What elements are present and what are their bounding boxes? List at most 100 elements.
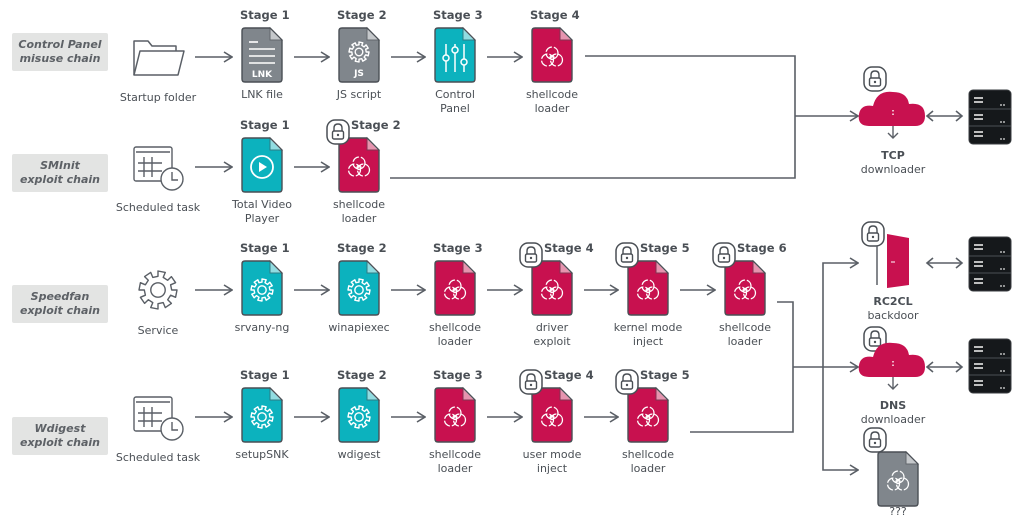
stage-caption: winapiexec (304, 321, 414, 335)
lock-icon (861, 221, 885, 247)
origin-caption: Startup folder (119, 91, 197, 104)
caption-line: setupSNK (235, 448, 289, 461)
stage-label: Stage 3 (433, 241, 483, 255)
video-player-icon (241, 136, 284, 193)
payload-caption: RC2CL backdoor (838, 295, 948, 323)
stage-caption: LNK file (207, 88, 317, 102)
file-corner-fold (462, 386, 477, 401)
stage-label: Stage 1 (240, 118, 290, 132)
stage-caption: shellcode loader (690, 321, 800, 349)
biohazard-file-icon (434, 259, 477, 316)
stage-label: Stage 2 (337, 8, 387, 22)
chain-label-line: SMInit (40, 159, 80, 172)
lock-icon (712, 242, 736, 268)
chain-label: Wdigest exploit chain (12, 417, 108, 455)
stage-caption: shellcode loader (304, 198, 414, 226)
caption-line: srvany-ng (234, 321, 290, 334)
file-corner-fold (559, 386, 574, 401)
stage-label: Stage 4 (544, 241, 594, 255)
lock-icon (615, 242, 639, 268)
stage-caption: JS script (304, 88, 414, 102)
lnk-badge: LNK (252, 70, 273, 80)
payload-desc: downloader (860, 413, 926, 426)
chain-label-line: misuse chain (19, 52, 101, 65)
file-corner-fold (366, 26, 381, 41)
lock-icon (519, 242, 543, 268)
stage-label: Stage 2 (337, 241, 387, 255)
file-corner-fold (655, 259, 670, 274)
lock-icon (519, 369, 543, 395)
unknown-biohazard-file-icon (877, 450, 920, 507)
caption-line: Control (435, 88, 475, 101)
caption-line: shellcode (332, 198, 386, 211)
stage-label: Stage 5 (640, 368, 690, 382)
file-corner-fold (462, 26, 477, 41)
scheduled-task-icon (133, 146, 184, 191)
chain-label: Speedfan exploit chain (12, 285, 108, 323)
caption-line: wdigest (337, 448, 381, 461)
js-badge: JS (353, 69, 364, 79)
gear-file-icon (241, 386, 284, 443)
payload-name: DNS (879, 399, 907, 412)
chain-label: SMInit exploit chain (12, 154, 108, 192)
caption-line: loader (437, 335, 473, 348)
stage-label: Stage 2 (337, 368, 387, 382)
lock-icon (863, 66, 887, 92)
file-corner-fold (269, 259, 284, 274)
payload-caption: ??? (843, 505, 953, 519)
caption-line: shellcode (621, 448, 675, 461)
file-corner-fold (366, 136, 381, 151)
chain-label: Control Panel misuse chain (12, 33, 108, 71)
lock-icon (326, 119, 350, 145)
bidirectional-arrow-icon (925, 257, 964, 269)
gear-icon (138, 270, 178, 310)
stage-label: Stage 1 (240, 241, 290, 255)
cloud-icon (858, 91, 925, 139)
folder-icon (133, 40, 185, 76)
file-corner-fold (269, 136, 284, 151)
caption-line: loader (534, 102, 570, 115)
stage-caption: shellcode loader (400, 448, 510, 476)
chain-label-line: exploit chain (20, 304, 100, 317)
file-corner-fold (269, 386, 284, 401)
biohazard-file-icon (627, 259, 670, 316)
control-panel-icon (434, 26, 477, 83)
chain-label-line: exploit chain (20, 173, 100, 186)
stage-caption: shellcode loader (497, 88, 607, 116)
caption-line: shellcode (525, 88, 579, 101)
scheduled-task-icon (133, 396, 184, 441)
biohazard-file-icon (627, 386, 670, 443)
chain-label-line: Speedfan (30, 290, 90, 303)
server-icon (968, 338, 1012, 394)
gear-file-icon (338, 386, 381, 443)
caption-line: loader (630, 462, 666, 475)
caption-line: winapiexec (328, 321, 390, 334)
stage-caption: Total Video Player (207, 198, 317, 226)
caption-line: loader (341, 212, 377, 225)
caption-line: loader (727, 335, 763, 348)
origin-caption: Scheduled task (115, 451, 201, 464)
stage-caption: driver exploit (497, 321, 607, 349)
stage-label: Stage 1 (240, 368, 290, 382)
biohazard-file-icon (531, 259, 574, 316)
caption-line: Player (244, 212, 280, 225)
server-icon (968, 89, 1012, 145)
caption-line: inject (536, 462, 568, 475)
payload-name: TCP (881, 149, 905, 162)
stage-caption: shellcode loader (400, 321, 510, 349)
stage-label: Stage 1 (240, 8, 290, 22)
file-corner-fold (559, 26, 574, 41)
biohazard-file-icon (724, 259, 767, 316)
stage-label: Stage 4 (530, 8, 580, 22)
caption-line: Panel (440, 102, 470, 115)
caption-line: shellcode (428, 448, 482, 461)
biohazard-file-icon (434, 386, 477, 443)
stage-caption: wdigest (304, 448, 414, 462)
stage-caption: shellcode loader (593, 448, 703, 476)
caption-line: user mode (522, 448, 582, 461)
lnk-file-icon: LNK (241, 26, 284, 83)
biohazard-file-icon (531, 26, 574, 83)
server-icon (968, 236, 1012, 292)
lock-icon (615, 369, 639, 395)
gear-file-icon (241, 259, 284, 316)
